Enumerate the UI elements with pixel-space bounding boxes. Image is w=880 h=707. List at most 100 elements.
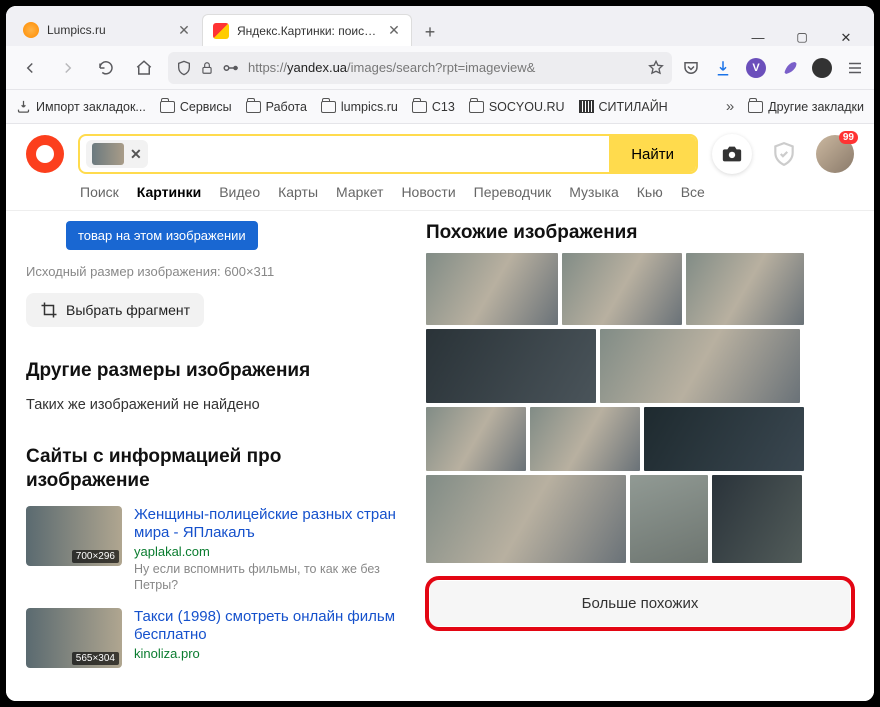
search-image-chip[interactable]: ✕	[86, 140, 148, 168]
site-result[interactable]: 565×304 Такси (1998) смотреть онлайн фил…	[26, 608, 406, 668]
tab-music[interactable]: Музыка	[569, 184, 619, 200]
lock-icon	[200, 61, 214, 75]
similar-image[interactable]	[630, 475, 708, 563]
yandex-logo[interactable]	[26, 135, 64, 173]
new-tab-button[interactable]: +	[416, 18, 444, 46]
bookmark-item[interactable]: Импорт закладок...	[16, 99, 146, 114]
site-thumbnail: 565×304	[26, 608, 122, 668]
folder-icon	[748, 101, 763, 113]
similar-heading: Похожие изображения	[426, 221, 854, 245]
folder-icon	[469, 101, 484, 113]
bookmarks-overflow[interactable]: »	[726, 98, 734, 115]
original-size-text: Исходный размер изображения: 600×311	[26, 264, 406, 279]
user-avatar[interactable]: 99	[816, 135, 854, 173]
similar-image[interactable]	[426, 253, 558, 325]
similar-grid	[426, 253, 854, 563]
similar-image[interactable]	[600, 329, 800, 403]
site-host: yaplakal.com	[134, 544, 406, 559]
tab-market[interactable]: Маркет	[336, 184, 383, 200]
permissions-icon[interactable]	[222, 61, 240, 75]
tab-search[interactable]: Поиск	[80, 184, 119, 200]
forward-button[interactable]	[54, 54, 82, 82]
bookmark-item[interactable]: C13	[412, 100, 455, 114]
tab-images[interactable]: Картинки	[137, 184, 201, 200]
site-result[interactable]: 700×296 Женщины-полицейские разных стран…	[26, 506, 406, 593]
site-thumbnail: 700×296	[26, 506, 122, 566]
similar-image[interactable]	[562, 253, 682, 325]
shield-icon	[176, 60, 192, 76]
tab-video[interactable]: Видео	[219, 184, 260, 200]
search-bar: ✕ Найти	[78, 134, 698, 174]
similar-image[interactable]	[426, 475, 626, 563]
search-button[interactable]: Найти	[609, 136, 696, 172]
bookmark-item[interactable]: Работа	[246, 100, 307, 114]
home-button[interactable]	[130, 54, 158, 82]
ublock-icon[interactable]	[812, 58, 832, 78]
other-sizes-heading: Другие размеры изображения	[26, 359, 406, 383]
close-tab-icon[interactable]: ✕	[387, 24, 401, 38]
similar-image[interactable]	[426, 407, 526, 471]
chip-thumbnail	[92, 143, 124, 165]
sites-heading: Сайты с информацией про изображение	[26, 445, 406, 493]
window-minimize-button[interactable]: —	[748, 30, 768, 46]
similar-image[interactable]	[686, 253, 804, 325]
extension-v-icon[interactable]: V	[746, 58, 766, 78]
favicon-icon	[23, 22, 39, 38]
folder-icon	[412, 101, 427, 113]
favicon-icon	[213, 23, 229, 39]
browser-tab[interactable]: Яндекс.Картинки: поиск по и ✕	[202, 14, 412, 46]
hamburger-menu-icon[interactable]	[846, 59, 864, 77]
download-icon[interactable]	[714, 59, 732, 77]
tab-news[interactable]: Новости	[401, 184, 455, 200]
camera-search-button[interactable]	[712, 134, 752, 174]
address-bar[interactable]: https://yandex.ua/images/search?rpt=imag…	[168, 52, 672, 84]
notification-badge: 99	[839, 131, 858, 144]
pocket-icon[interactable]	[682, 59, 700, 77]
folder-icon	[160, 101, 175, 113]
site-title[interactable]: Такси (1998) смотреть онлайн фильм беспл…	[134, 608, 406, 644]
similar-image[interactable]	[426, 329, 596, 403]
similar-image[interactable]	[712, 475, 802, 563]
product-on-image-chip[interactable]: товар на этом изображении	[66, 221, 258, 250]
folder-icon	[246, 101, 261, 113]
bookmark-item[interactable]: lumpics.ru	[321, 100, 398, 114]
other-bookmarks[interactable]: Другие закладки	[748, 100, 864, 114]
bookmark-item[interactable]: Сервисы	[160, 100, 232, 114]
yandex-service-tabs: Поиск Картинки Видео Карты Маркет Новост…	[6, 180, 874, 211]
search-input[interactable]	[148, 136, 609, 172]
more-similar-button[interactable]: Больше похожих	[430, 581, 850, 626]
browser-tab[interactable]: Lumpics.ru ✕	[12, 14, 202, 46]
bookmark-item[interactable]: СИТИЛАЙН	[579, 100, 668, 114]
resolution-badge: 565×304	[72, 652, 119, 665]
other-sizes-none: Таких же изображений не найдено	[26, 397, 406, 413]
folder-icon	[321, 101, 336, 113]
page-content: ✕ Найти 99 Поиск Картинки Видео Карты Ма…	[6, 124, 874, 701]
resolution-badge: 700×296	[72, 550, 119, 563]
reload-button[interactable]	[92, 54, 120, 82]
crop-button[interactable]: Выбрать фрагмент	[26, 293, 204, 327]
import-icon	[16, 99, 31, 114]
tab-q[interactable]: Кью	[637, 184, 663, 200]
site-host: kinoliza.pro	[134, 646, 406, 661]
site-snippet: Ну если вспомнить фильмы, то как же без …	[134, 562, 406, 593]
bookmark-star-icon[interactable]	[648, 60, 664, 76]
url-text: https://yandex.ua/images/search?rpt=imag…	[248, 60, 640, 75]
similar-image[interactable]	[644, 407, 804, 471]
address-toolbar: https://yandex.ua/images/search?rpt=imag…	[6, 46, 874, 90]
chip-remove-icon[interactable]: ✕	[130, 146, 142, 163]
window-maximize-button[interactable]: ▢	[792, 30, 812, 46]
similar-image[interactable]	[530, 407, 640, 471]
tab-title: Яндекс.Картинки: поиск по и	[237, 24, 379, 38]
protect-icon[interactable]	[766, 136, 802, 172]
tab-maps[interactable]: Карты	[278, 184, 318, 200]
browser-tab-bar: Lumpics.ru ✕ Яндекс.Картинки: поиск по и…	[6, 6, 874, 46]
site-title[interactable]: Женщины-полицейские разных стран мира - …	[134, 506, 406, 542]
bookmark-item[interactable]: SOCYOU.RU	[469, 100, 565, 114]
close-tab-icon[interactable]: ✕	[177, 23, 191, 37]
window-close-button[interactable]: ✕	[836, 30, 856, 46]
tab-title: Lumpics.ru	[47, 23, 169, 37]
feather-icon[interactable]	[780, 59, 798, 77]
back-button[interactable]	[16, 54, 44, 82]
tab-all[interactable]: Все	[681, 184, 705, 200]
tab-translate[interactable]: Переводчик	[474, 184, 552, 200]
